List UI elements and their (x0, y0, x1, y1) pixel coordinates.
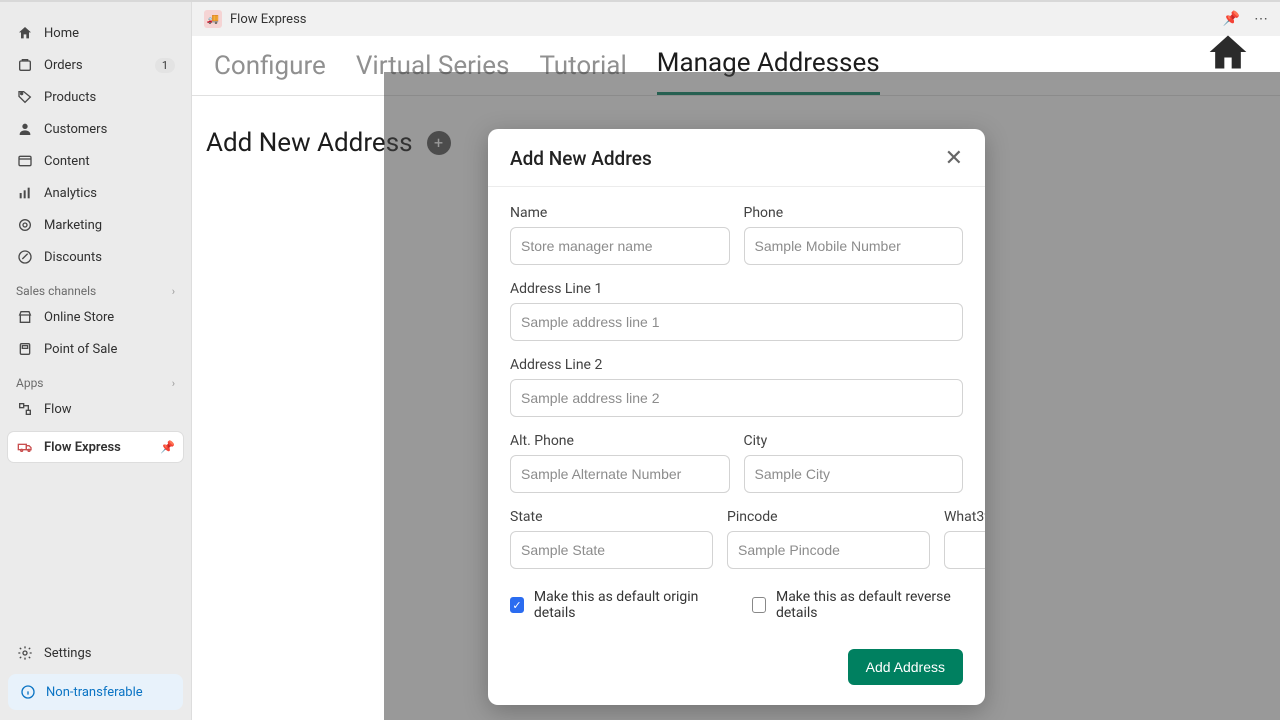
state-input[interactable] (510, 531, 713, 569)
app-logo-icon: 🚚 (204, 10, 222, 28)
chevron-right-icon: › (172, 285, 175, 298)
nav-label: Analytics (44, 186, 97, 201)
tab-configure[interactable]: Configure (214, 51, 326, 95)
phone-input[interactable] (744, 227, 964, 265)
section-sales-channels[interactable]: Sales channels › (8, 274, 183, 302)
home-icon (16, 24, 34, 42)
addr2-label: Address Line 2 (510, 357, 963, 373)
city-input[interactable] (744, 455, 964, 493)
w3w-label: What3word (944, 509, 985, 525)
gear-icon (16, 644, 34, 662)
altphone-input[interactable] (510, 455, 730, 493)
nav-label: Flow (44, 402, 72, 417)
nav-label: Flow Express (44, 440, 121, 455)
pincode-label: Pincode (727, 509, 930, 525)
addr1-label: Address Line 1 (510, 281, 963, 297)
nav-pos[interactable]: Point of Sale (8, 334, 183, 364)
nav-online-store[interactable]: Online Store (8, 302, 183, 332)
nav-label: Home (44, 26, 79, 41)
w3w-input[interactable] (944, 531, 985, 569)
pincode-input[interactable] (727, 531, 930, 569)
discount-icon (16, 248, 34, 266)
city-label: City (744, 433, 964, 449)
nav-home[interactable]: Home (8, 18, 183, 48)
orders-badge: 1 (155, 58, 175, 73)
nav-marketing[interactable]: Marketing (8, 210, 183, 240)
nav-flow[interactable]: Flow (8, 394, 183, 424)
close-icon[interactable]: ✕ (945, 148, 963, 170)
nav-customers[interactable]: Customers (8, 114, 183, 144)
nav-discounts[interactable]: Discounts (8, 242, 183, 272)
addr2-input[interactable] (510, 379, 963, 417)
app-title: Flow Express (230, 12, 307, 27)
phone-label: Phone (744, 205, 964, 221)
sidebar: Home Orders 1 Products Customers Content… (0, 2, 192, 720)
default-origin-checkbox[interactable]: ✓ (510, 597, 524, 613)
nav-label: Content (44, 154, 90, 169)
info-icon (20, 684, 36, 700)
nav-label: Customers (44, 122, 107, 137)
pin-icon[interactable]: 📌 (160, 440, 175, 454)
default-reverse-checkbox[interactable] (752, 597, 766, 613)
nav-orders[interactable]: Orders 1 (8, 50, 183, 80)
name-label: Name (510, 205, 730, 221)
page-title: Add New Address (206, 128, 413, 158)
nav-flow-express[interactable]: Flow Express 📌 (8, 432, 183, 462)
topbar: 🚚 Flow Express 📌 ⋯ (192, 2, 1280, 36)
orders-icon (16, 56, 34, 74)
nav-label: Orders (44, 58, 83, 73)
more-button[interactable]: ⋯ (1254, 11, 1268, 27)
pos-icon (16, 340, 34, 358)
name-input[interactable] (510, 227, 730, 265)
default-reverse-label: Make this as default reverse details (776, 589, 963, 621)
truck-icon (16, 438, 34, 456)
nav-label: Settings (44, 646, 91, 661)
nav-label: Discounts (44, 250, 102, 265)
nav-label: Products (44, 90, 96, 105)
altphone-label: Alt. Phone (510, 433, 730, 449)
tag-icon (16, 88, 34, 106)
state-label: State (510, 509, 713, 525)
nav-label: Online Store (44, 310, 114, 325)
store-icon (16, 308, 34, 326)
analytics-icon (16, 184, 34, 202)
nav-settings[interactable]: Settings (8, 638, 183, 668)
chevron-right-icon: › (172, 377, 175, 390)
non-transferable-banner[interactable]: Non-transferable (8, 674, 183, 710)
nav-label: Point of Sale (44, 342, 117, 357)
target-icon (16, 216, 34, 234)
pin-button[interactable]: 📌 (1223, 11, 1240, 27)
nav-products[interactable]: Products (8, 82, 183, 112)
add-address-submit[interactable]: Add Address (848, 649, 963, 685)
nav-label: Marketing (44, 218, 102, 233)
nav-analytics[interactable]: Analytics (8, 178, 183, 208)
home-large-icon[interactable] (1206, 30, 1250, 74)
section-apps[interactable]: Apps › (8, 366, 183, 394)
default-origin-label: Make this as default origin details (534, 589, 712, 621)
flow-icon (16, 400, 34, 418)
nav-content[interactable]: Content (8, 146, 183, 176)
user-icon (16, 120, 34, 138)
addr1-input[interactable] (510, 303, 963, 341)
add-address-modal: Add New Addres ✕ Name Phone Address Line… (488, 129, 985, 705)
modal-title: Add New Addres (510, 147, 652, 170)
content-icon (16, 152, 34, 170)
